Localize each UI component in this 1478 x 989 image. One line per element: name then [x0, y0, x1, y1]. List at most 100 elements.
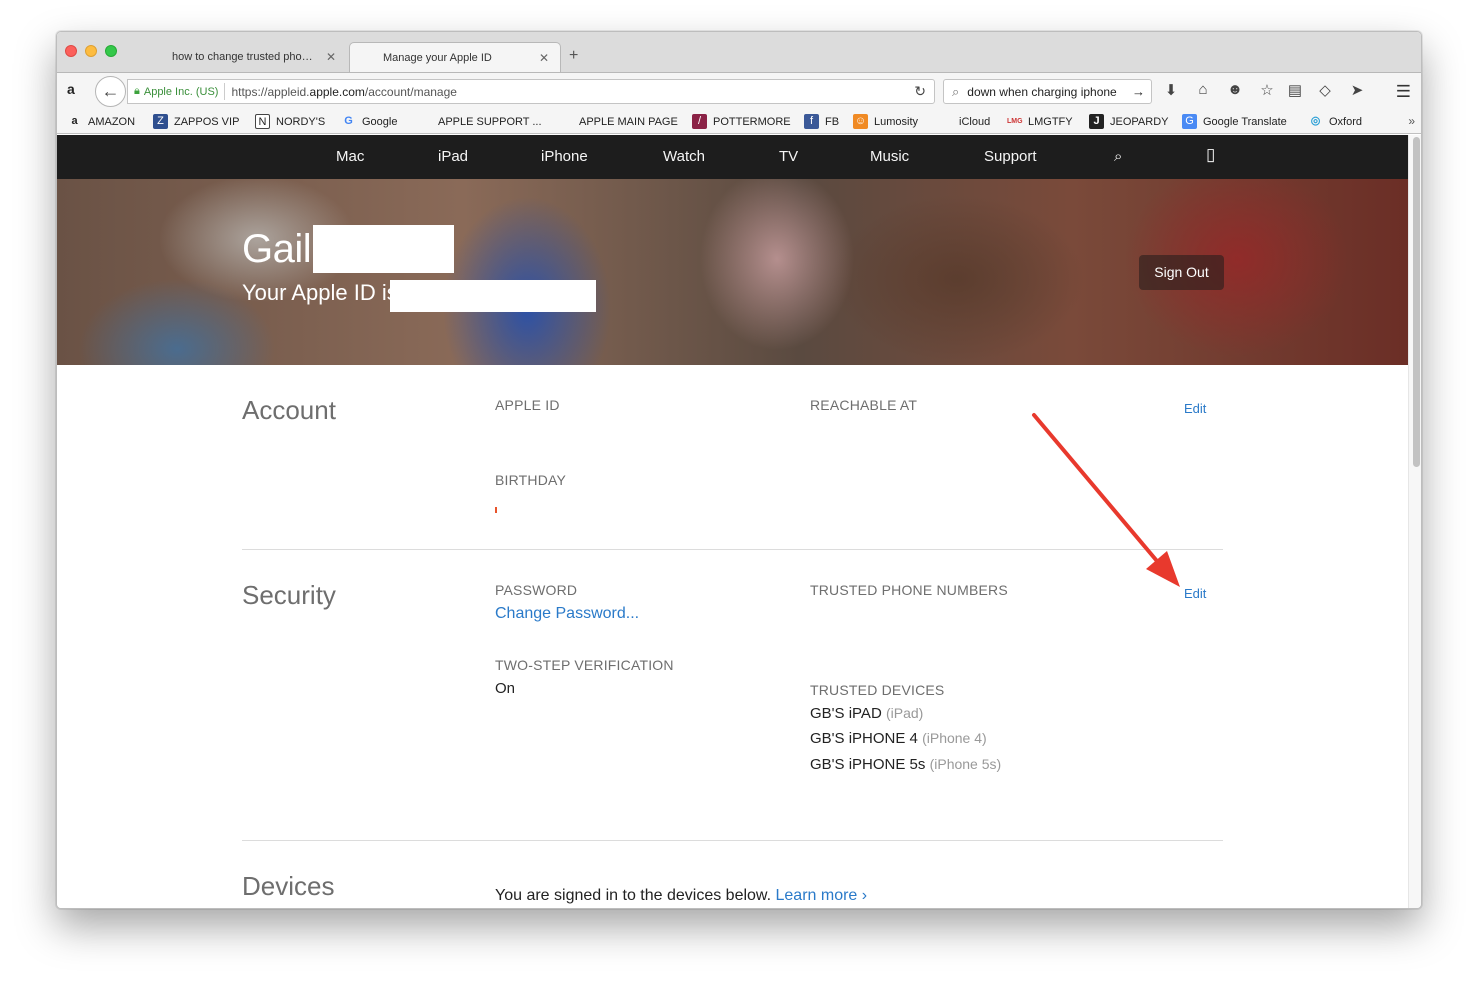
vertical-scrollbar[interactable] — [1408, 135, 1421, 908]
navigation-toolbar: a ← 🔒︎ Apple Inc. (US) https://appleid.a… — [57, 72, 1421, 110]
bookmark-label: APPLE SUPPORT ... — [438, 115, 542, 128]
nav-support[interactable]: Support — [984, 148, 1037, 165]
lumosity-icon: ☺ — [853, 114, 868, 129]
bookmark-google[interactable]: G Google — [341, 114, 397, 129]
chat-icon[interactable]: ☻ — [1225, 81, 1245, 98]
bookmark-lumosity[interactable]: ☺ Lumosity — [853, 114, 918, 129]
google-icon: G — [344, 115, 353, 127]
bookmark-label: FB — [825, 115, 840, 128]
tab-manage-apple-id[interactable]: Manage your Apple ID ✕ — [349, 42, 561, 72]
sign-out-button[interactable]: Sign Out — [1139, 255, 1224, 290]
bookmark-label: POTTERMORE — [713, 115, 791, 128]
translate-icon: G — [1182, 114, 1197, 129]
bookmark-amazon[interactable]: a AMAZON — [67, 114, 135, 129]
close-tab-icon[interactable]: ✕ — [323, 50, 339, 64]
nordstrom-icon: N — [255, 114, 270, 129]
shopping-bag-icon[interactable]: ▯ — [1206, 145, 1215, 165]
bookmark-icloud[interactable]: iCloud — [938, 114, 990, 129]
apple-id-prefix: Your Apple ID is — [242, 280, 398, 305]
search-go-icon[interactable]: → — [1132, 84, 1145, 99]
reachable-at-label: REACHABLE AT — [810, 397, 918, 413]
new-tab-icon[interactable]: + — [569, 47, 578, 65]
bookmark-oxford[interactable]: ◎ Oxford — [1308, 114, 1362, 129]
bookmarks-toolbar: a AMAZON Z ZAPPOS VIP N NORDY'S G Google APP… — [57, 110, 1421, 134]
bookmark-jeopardy[interactable]: J JEOPARDY — [1089, 114, 1168, 129]
hamburger-menu-icon[interactable]: ☰ — [1396, 82, 1411, 102]
site-identity[interactable]: Apple Inc. (US) — [144, 86, 219, 98]
close-tab-icon[interactable]: ✕ — [536, 51, 552, 65]
send-icon[interactable]: ➤ — [1347, 81, 1367, 99]
nav-watch[interactable]: Watch — [663, 148, 705, 165]
minimize-window-button[interactable] — [85, 45, 97, 57]
download-icon[interactable]: ⬇ — [1161, 81, 1181, 99]
device-name: GB'S iPHONE 5s — [810, 756, 926, 773]
redacted-apple-id — [390, 280, 596, 312]
device-name: GB'S iPAD — [810, 705, 882, 722]
account-edit-link[interactable]: Edit — [1184, 401, 1206, 416]
bookmark-google-translate[interactable]: G Google Translate — [1182, 114, 1287, 129]
search-query: down when charging iphone — [967, 84, 1117, 99]
bookmark-nordys[interactable]: N NORDY'S — [255, 114, 325, 129]
divider — [224, 83, 226, 100]
bookmark-star-icon[interactable]: ☆ — [1257, 81, 1277, 99]
bookmark-label: Google Translate — [1203, 115, 1287, 128]
bookmark-label: iCloud — [959, 115, 991, 128]
maximize-window-button[interactable] — [105, 45, 117, 57]
trusted-device: GB'S iPHONE 4 (iPhone 4) — [810, 730, 987, 747]
bookmark-apple-support[interactable]: APPLE SUPPORT ... — [417, 114, 542, 129]
home-icon[interactable]: ⌂ — [1193, 81, 1213, 98]
nav-iphone[interactable]: iPhone — [541, 148, 588, 165]
close-window-button[interactable] — [65, 45, 77, 57]
learn-more-link[interactable]: Learn more › — [776, 887, 868, 904]
bookmark-label: LMGTFY — [1028, 115, 1073, 128]
bookmark-apple-main[interactable]: APPLE MAIN PAGE — [558, 114, 678, 129]
nav-ipad[interactable]: iPad — [438, 148, 468, 165]
bookmark-label: AMAZON — [88, 115, 136, 128]
search-input[interactable]: ⌕ down when charging iphone → — [943, 79, 1152, 104]
page-viewport: Mac iPad iPhone Watch TV Music Support ⌕… — [57, 135, 1408, 908]
browser-window: how to change trusted pho… ✕ Manage your… — [56, 31, 1422, 909]
nav-mac[interactable]: Mac — [336, 148, 364, 165]
redacted-last-name — [313, 225, 454, 273]
bookmark-label: Oxford — [1329, 115, 1363, 128]
url-text[interactable]: https://appleid.apple.com/account/manage — [231, 85, 457, 99]
account-section-title: Account — [242, 395, 336, 425]
bookmark-lmgtfy[interactable]: LMG LMGTFY — [1007, 114, 1073, 129]
tab-trusted-phone[interactable]: how to change trusted pho… ✕ — [139, 42, 347, 72]
oxford-icon: ◎ — [1310, 115, 1321, 127]
devices-description: You are signed in to the devices below. … — [495, 887, 867, 905]
pottermore-icon: / — [692, 114, 707, 129]
apple-id-label: APPLE ID — [495, 397, 560, 413]
change-password-link[interactable]: Change Password... — [495, 605, 639, 623]
nav-music[interactable]: Music — [870, 148, 909, 165]
security-edit-link[interactable]: Edit — [1184, 586, 1206, 601]
search-icon[interactable]: ⌕ — [1114, 148, 1122, 165]
nav-tv[interactable]: TV — [779, 148, 798, 165]
security-section-title: Security — [242, 580, 336, 610]
pocket-icon[interactable]: ◇ — [1315, 81, 1335, 99]
devices-text: You are signed in to the devices below. — [495, 887, 772, 904]
back-button[interactable]: ← — [95, 76, 126, 107]
bookmark-pottermore[interactable]: / POTTERMORE — [692, 114, 791, 129]
zappos-icon: Z — [153, 114, 168, 129]
tab-bar: how to change trusted pho… ✕ Manage your… — [57, 32, 1421, 72]
apple-global-nav: Mac iPad iPhone Watch TV Music Support ⌕… — [57, 135, 1408, 179]
bookmark-label: NORDY'S — [276, 115, 326, 128]
apple-icon — [417, 114, 432, 129]
more-bookmarks-icon[interactable]: » — [1408, 114, 1415, 128]
bookmark-zappos[interactable]: Z ZAPPOS VIP — [153, 114, 239, 129]
url-bar[interactable]: 🔒︎ Apple Inc. (US) https://appleid.apple… — [127, 79, 935, 104]
url-prefix: https://appleid. — [231, 84, 310, 99]
bookmark-label: JEOPARDY — [1110, 115, 1169, 128]
reload-icon[interactable]: ↻ — [914, 83, 926, 100]
two-step-value: On — [495, 680, 516, 697]
password-label: PASSWORD — [495, 582, 578, 598]
tab-title: how to change trusted pho… — [172, 51, 313, 63]
trusted-devices-label: TRUSTED DEVICES — [810, 682, 945, 698]
scrollbar-thumb[interactable] — [1413, 137, 1420, 467]
bookmark-fb[interactable]: f FB — [804, 114, 839, 129]
birthday-label: BIRTHDAY — [495, 472, 567, 488]
bookmarks-list-icon[interactable]: ▤ — [1285, 81, 1305, 99]
amazon-icon[interactable]: a — [67, 81, 83, 99]
url-domain: apple.com — [309, 84, 365, 99]
